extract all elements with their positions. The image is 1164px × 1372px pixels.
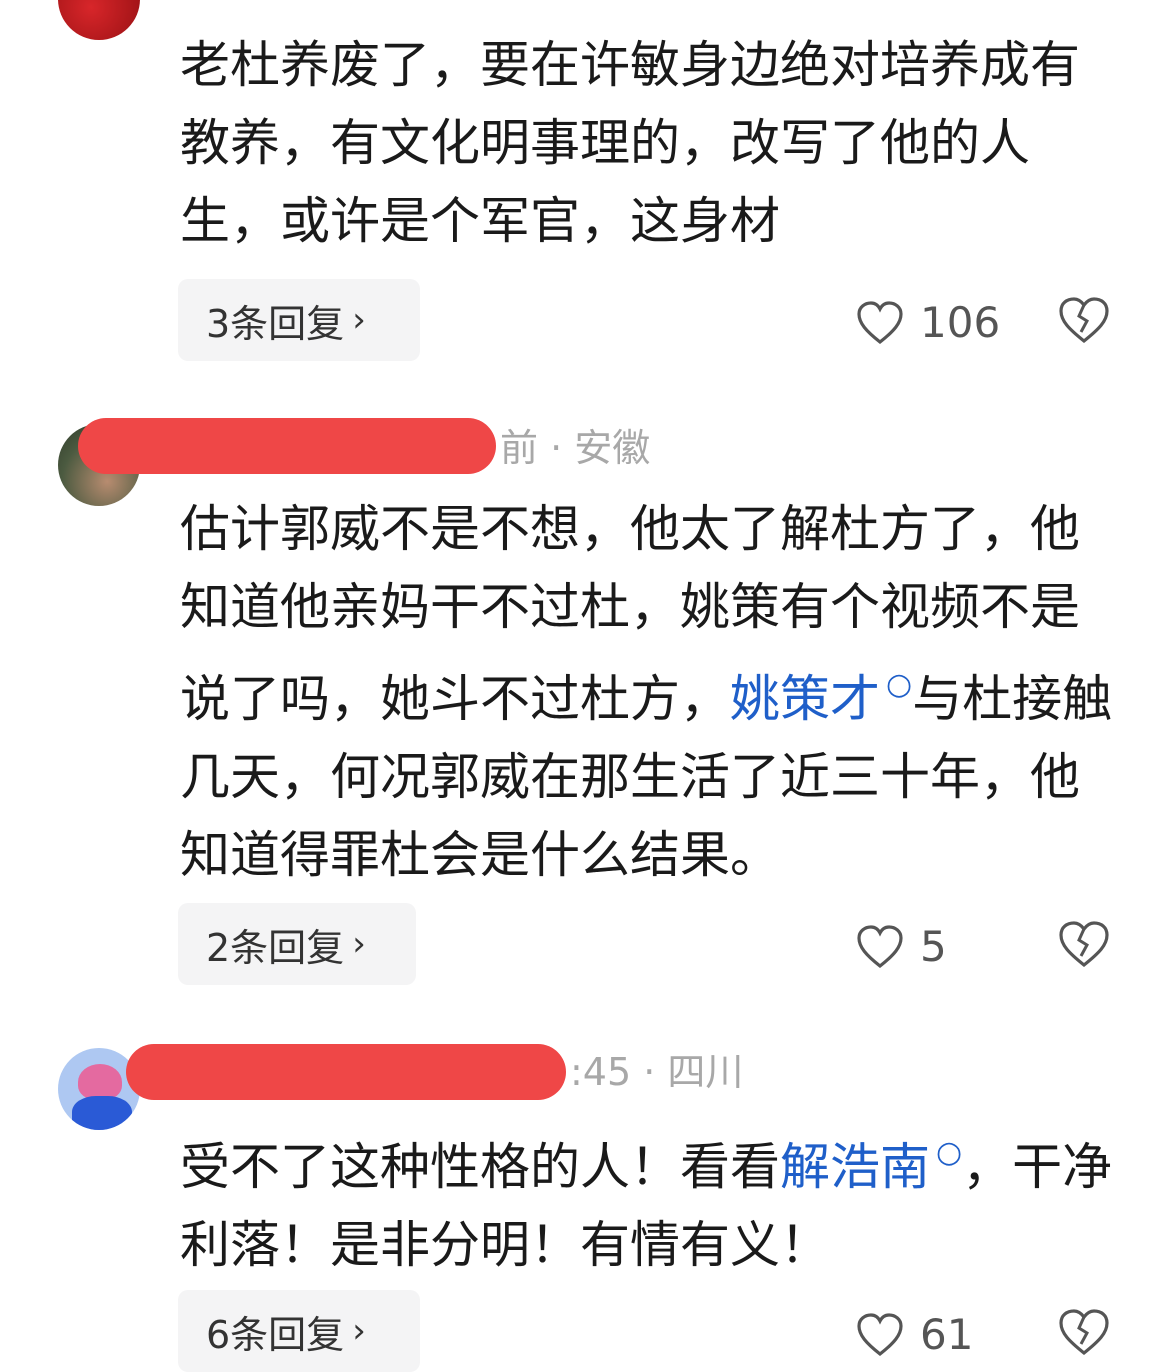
like-button[interactable]: 106 bbox=[856, 298, 1000, 347]
comment-text: 老杜养废了，要在许敏身边绝对培养成有教养，有文化明事理的，改写了他的人生，或许是… bbox=[180, 36, 1080, 250]
replies-count-label: 6条回复 bbox=[206, 1312, 345, 1357]
comment-text: 受不了这种性格的人！看看解浩南 ○，干净利落！是非分明！有情有义！ bbox=[180, 1135, 1113, 1274]
user-avatar[interactable] bbox=[58, 0, 140, 40]
heart-outline-icon bbox=[857, 924, 903, 968]
like-count: 106 bbox=[920, 298, 1001, 347]
broken-heart-icon[interactable] bbox=[1058, 1308, 1110, 1356]
redaction-bar bbox=[126, 1044, 566, 1100]
view-replies-button[interactable]: 2条回复 › bbox=[178, 903, 416, 985]
search-icon: ○ bbox=[936, 1135, 963, 1170]
view-replies-button[interactable]: 3条回复 › bbox=[178, 279, 420, 361]
search-icon: ○ bbox=[886, 667, 913, 702]
heart-outline-icon bbox=[857, 1312, 903, 1356]
like-button[interactable]: 5 bbox=[856, 922, 947, 971]
broken-heart-icon[interactable] bbox=[1058, 920, 1110, 968]
chevron-right-icon: › bbox=[352, 300, 366, 340]
like-count: 61 bbox=[920, 1310, 974, 1359]
cartoon-avatar-figure bbox=[78, 1064, 122, 1100]
comment-text: 估计郭威不是不想，他太了解杜方了，他知道他亲妈干不过杜，姚策有个视频不是说了吗，… bbox=[180, 500, 1113, 884]
chevron-right-icon: › bbox=[352, 924, 366, 964]
like-count: 5 bbox=[920, 922, 947, 971]
search-link[interactable]: 解浩南 ○ bbox=[780, 1135, 963, 1196]
replies-count-label: 3条回复 bbox=[206, 301, 345, 346]
like-button[interactable]: 61 bbox=[856, 1310, 973, 1359]
redaction-bar bbox=[78, 418, 496, 474]
chevron-right-icon: › bbox=[352, 1311, 366, 1351]
search-link[interactable]: 姚策才 ○ bbox=[730, 667, 913, 728]
replies-count-label: 2条回复 bbox=[206, 925, 345, 970]
broken-heart-icon[interactable] bbox=[1058, 296, 1110, 344]
heart-outline-icon bbox=[857, 300, 903, 344]
